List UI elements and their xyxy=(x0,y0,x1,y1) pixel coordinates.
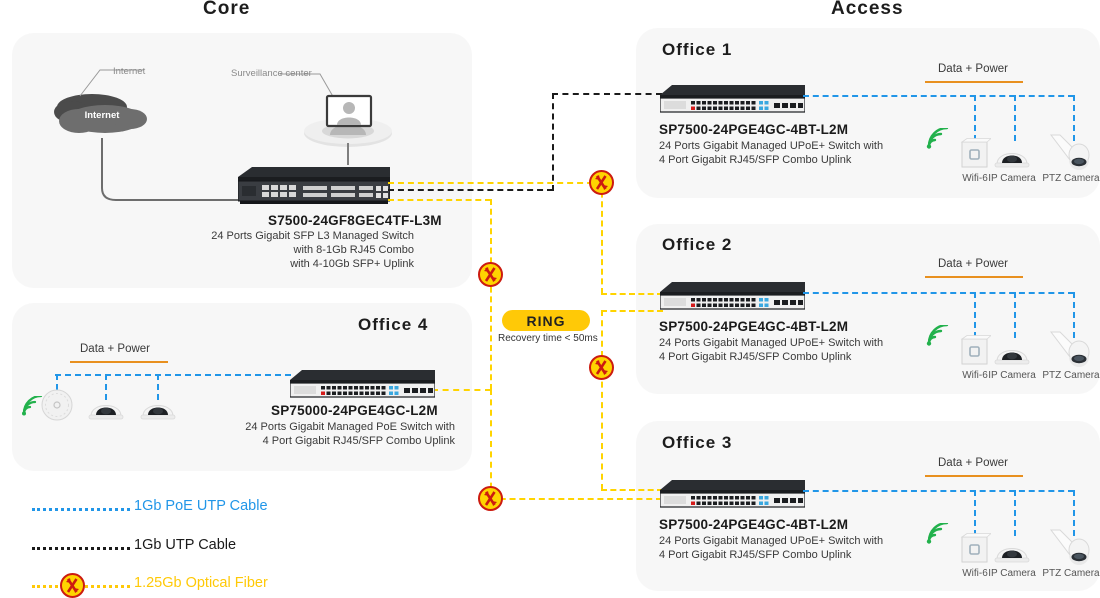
office-3-poe-bus xyxy=(803,490,1074,492)
office-1-ptz-camera-icon xyxy=(1049,134,1090,170)
office-2-switch-desc-1: 24 Ports Gigabit Managed UPoE+ Switch wi… xyxy=(659,337,884,349)
surveillance-stand xyxy=(347,143,349,165)
office-1-switch-desc-2: 4 Port Gigabit RJ45/SFP Combo Uplink xyxy=(659,154,852,166)
office-1-poe-drop-ipcam xyxy=(1014,95,1016,141)
office-3-poe-drop-ipcam xyxy=(1014,490,1016,536)
fiber-bottom-h xyxy=(490,498,662,500)
office-3-device-label-ptz: PTZ Camera xyxy=(1042,568,1100,579)
office-3-switch-desc-1: 24 Ports Gigabit Managed UPoE+ Switch wi… xyxy=(659,535,884,547)
legend-line-poe xyxy=(32,508,130,511)
office-1-switch-model: SP7500-24PGE4GC-4BT-L2M xyxy=(659,122,849,137)
fiber-into-office2-h xyxy=(601,293,663,295)
fiber-connector-icon-2 xyxy=(478,262,503,287)
network-topology-diagram: Core Access Internet Internet Surveillan… xyxy=(0,0,1100,598)
office-1-poe-bus xyxy=(803,95,1074,97)
office-2-ptz-camera-icon xyxy=(1049,331,1090,367)
office-4-dome-camera-2-icon xyxy=(140,405,176,420)
office-2-device-label-ptz: PTZ Camera xyxy=(1042,370,1100,381)
office-3-switch-model: SP7500-24PGE4GC-4BT-L2M xyxy=(659,517,849,532)
office-3-poe-drop-wifi xyxy=(974,490,976,536)
office-1-wifi-6-ap-icon xyxy=(960,138,991,168)
office-1-ip-camera-icon xyxy=(994,153,1030,168)
fiber-core-left-leg-h xyxy=(388,199,491,201)
ring-recovery-time: Recovery time < 50ms xyxy=(498,333,598,344)
office-3-switch-device xyxy=(660,480,805,508)
office-1-device-label-ptz: PTZ Camera xyxy=(1042,173,1100,184)
office-4-switch-desc-1: 24 Ports Gigabit Managed PoE Switch with xyxy=(245,421,455,433)
office-2-poe-drop-wifi xyxy=(974,292,976,338)
legend-label-poe: 1Gb PoE UTP Cable xyxy=(134,498,268,514)
office-3-data-power-bar xyxy=(925,475,1023,477)
office-2-poe-bus xyxy=(803,292,1074,294)
office-2-wifi-6-ap-icon xyxy=(960,335,991,365)
legend-label-fiber: 1.25Gb Optical Fiber xyxy=(134,575,268,591)
fiber-office1-drop-v xyxy=(601,182,603,294)
office-4-switch-model: SP75000-24PGE4GC-L2M xyxy=(271,403,438,418)
office-2-switch-device xyxy=(660,282,805,310)
legend-label-utp: 1Gb UTP Cable xyxy=(134,537,237,553)
fiber-office2-out-h xyxy=(601,310,663,312)
utp-segment-horizontal-upper xyxy=(552,93,662,95)
office-4-data-power-bar xyxy=(70,361,168,363)
surveillance-center-label: Surveillance center xyxy=(231,68,312,79)
office-2-title: Office 2 xyxy=(662,235,733,254)
office-4-switch-desc-2: 4 Port Gigabit RJ45/SFP Combo Uplink xyxy=(262,435,455,447)
fiber-core-to-office1-h xyxy=(388,182,603,184)
utp-segment-vertical xyxy=(552,93,554,191)
office-1-data-power-label: Data + Power xyxy=(938,63,1008,75)
core-switch-desc-2: with 8-1Gb RJ45 Combo xyxy=(293,244,414,256)
office-2-ip-camera-icon xyxy=(994,350,1030,365)
fiber-connector-icon-3 xyxy=(589,355,614,380)
fiber-into-office3-h xyxy=(601,489,663,491)
fiber-connector-icon-4 xyxy=(478,486,503,511)
office-1-title: Office 1 xyxy=(662,40,733,59)
office-2-switch-model: SP7500-24PGE4GC-4BT-L2M xyxy=(659,319,849,334)
surveillance-center-icon xyxy=(304,94,392,147)
legend-line-utp xyxy=(32,547,130,550)
office-3-ip-camera-icon xyxy=(994,548,1030,563)
office-1-switch-desc-1: 24 Ports Gigabit Managed UPoE+ Switch wi… xyxy=(659,140,884,152)
office-3-wifi-6-ap-icon xyxy=(960,533,991,563)
office-4-poe-bus xyxy=(55,374,291,376)
core-switch-model: S7500-24GF8GEC4TF-L3M xyxy=(268,213,442,228)
internet-label: Internet xyxy=(113,66,146,77)
office-4-switch-device xyxy=(290,370,435,398)
internet-cloud-label: Internet xyxy=(84,110,120,121)
office-1-poe-drop-wifi xyxy=(974,95,976,141)
section-title-core: Core xyxy=(203,0,251,19)
office-3-data-power-label: Data + Power xyxy=(938,457,1008,469)
office-3-title: Office 3 xyxy=(662,433,733,452)
office-1-data-power-bar xyxy=(925,81,1023,83)
core-switch-desc-3: with 4-10Gb SFP+ Uplink xyxy=(290,258,414,270)
office-4-dome-camera-1-icon xyxy=(88,405,124,420)
office-2-poe-drop-ipcam xyxy=(1014,292,1016,338)
office-3-switch-desc-2: 4 Port Gigabit RJ45/SFP Combo Uplink xyxy=(659,549,852,561)
legend-fiber-connector-icon xyxy=(60,573,85,598)
office-4-data-power-label: Data + Power xyxy=(80,343,150,355)
fiber-right-leg-v xyxy=(601,310,603,490)
fiber-left-leg-v-lower xyxy=(490,389,492,499)
fiber-connector-icon-1 xyxy=(589,170,614,195)
office-4-title: Office 4 xyxy=(358,315,429,334)
office-2-data-power-label: Data + Power xyxy=(938,258,1008,270)
fiber-left-leg-v-upper xyxy=(490,199,492,390)
office-2-switch-desc-2: 4 Port Gigabit RJ45/SFP Combo Uplink xyxy=(659,351,852,363)
core-switch-desc-1: 24 Ports Gigabit SFP L3 Managed Switch xyxy=(211,230,414,242)
office-2-wifi-signal-icon xyxy=(926,325,949,346)
office-1-wifi-signal-icon xyxy=(926,128,949,149)
fiber-to-office4-h xyxy=(432,389,491,391)
office-3-ptz-camera-icon xyxy=(1049,529,1090,565)
office-1-switch-device xyxy=(660,85,805,113)
ring-badge: RING xyxy=(502,310,590,331)
core-switch-device xyxy=(238,167,390,204)
office-3-wifi-signal-icon xyxy=(926,523,949,544)
section-title-access: Access xyxy=(831,0,904,19)
utp-segment-horizontal-lower xyxy=(388,189,553,191)
office-2-data-power-bar xyxy=(925,276,1023,278)
office-4-round-ap-icon xyxy=(41,389,73,421)
